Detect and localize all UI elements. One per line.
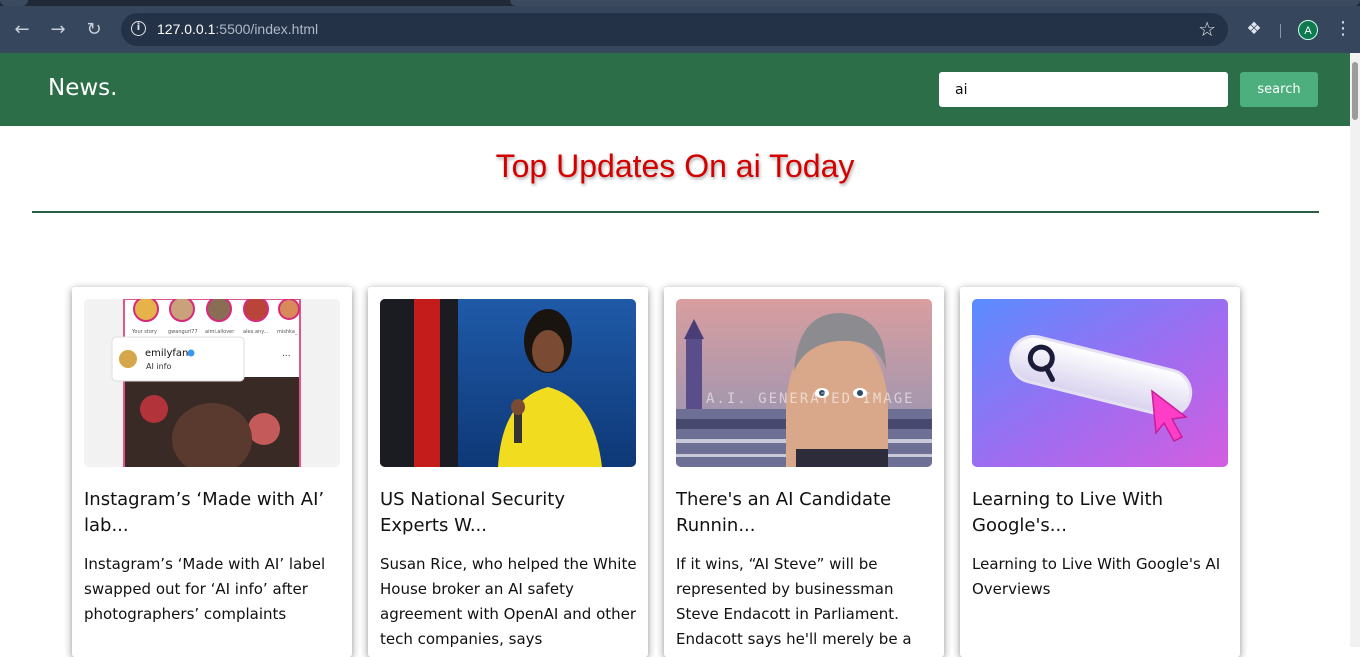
thumb-story-label: gwangurl77	[168, 329, 198, 335]
news-thumbnail: A.I. GENERATED IMAGE	[676, 299, 932, 467]
puzzle-icon[interactable]: ❖	[1243, 18, 1265, 40]
card-title[interactable]: US National Security Experts W...	[380, 487, 636, 539]
reload-icon[interactable]: ↻	[82, 18, 106, 42]
card-description: Instagram’s ‘Made with AI’ label swapped…	[84, 555, 326, 623]
thumb-subcaption: AI info	[146, 362, 171, 371]
card-description: Learning to Live With Google's AI Overvi…	[972, 555, 1221, 598]
forward-icon[interactable]: →	[46, 18, 70, 42]
toolbar-divider	[1280, 24, 1281, 38]
browser-toolbar: ← → ↻ i 127.0.0.1:5500/index.html ☆ ❖ A …	[0, 6, 1360, 53]
site-navbar: News. search	[0, 53, 1350, 126]
news-card[interactable]: A.I. GENERATED IMAGE There's an AI Candi…	[664, 287, 944, 657]
scrollbar-thumb[interactable]	[1352, 62, 1358, 120]
info-icon[interactable]: i	[131, 21, 146, 36]
search-button[interactable]: search	[1240, 72, 1318, 107]
card-title[interactable]: Learning to Live With Google's...	[972, 487, 1228, 539]
heading-divider	[32, 211, 1319, 213]
thumb-watermark: A.I. GENERATED IMAGE	[706, 391, 915, 407]
thumb-story-label: mishka_	[277, 329, 298, 335]
card-title[interactable]: There's an AI Candidate Runnin...	[676, 487, 932, 539]
address-bar[interactable]: i 127.0.0.1:5500/index.html ☆	[121, 13, 1228, 46]
news-thumbnail	[380, 299, 636, 467]
address-url[interactable]: 127.0.0.1:5500/index.html	[157, 21, 318, 37]
card-description: Susan Rice, who helped the White House b…	[380, 555, 637, 648]
brand-logo[interactable]: News.	[48, 75, 117, 101]
page-title: Top Updates On ai Today	[495, 148, 855, 184]
thumb-story-label: Your story	[131, 329, 157, 335]
thumb-story-label: aimi.allover	[205, 329, 235, 335]
card-description: If it wins, “AI Steve” will be represent…	[676, 555, 912, 648]
news-card[interactable]: US National Security Experts W... Susan …	[368, 287, 648, 657]
page-scrollbar[interactable]	[1350, 53, 1360, 647]
thumb-caption: emilyfan	[145, 348, 188, 359]
news-card[interactable]: Your story gwangurl77 aimi.allover alex.…	[72, 287, 352, 657]
card-title[interactable]: Instagram’s ‘Made with AI’ lab...	[84, 487, 340, 539]
news-thumbnail: Your story gwangurl77 aimi.allover alex.…	[84, 299, 340, 467]
svg-text:...: ...	[282, 349, 291, 359]
news-thumbnail	[972, 299, 1228, 467]
back-icon[interactable]: ←	[10, 18, 34, 42]
profile-avatar[interactable]: A	[1298, 20, 1318, 40]
kebab-menu-icon[interactable]: ⋮	[1334, 18, 1352, 40]
news-card[interactable]: Learning to Live With Google's... Learni…	[960, 287, 1240, 657]
search-input[interactable]	[939, 72, 1228, 107]
thumb-story-label: alex.any...	[243, 329, 269, 335]
star-icon[interactable]: ☆	[1198, 17, 1216, 41]
